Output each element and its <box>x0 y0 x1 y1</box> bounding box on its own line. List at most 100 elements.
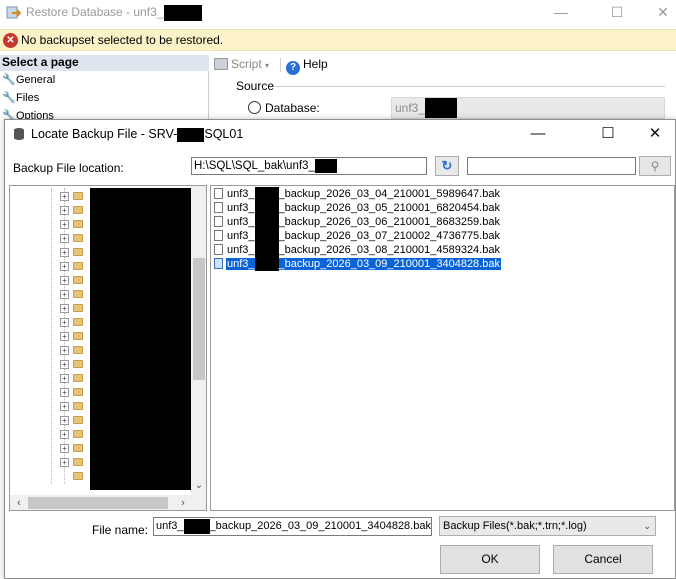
scroll-down-arrow[interactable]: ⌄ <box>191 478 206 494</box>
tree-node[interactable]: + <box>60 373 90 384</box>
close-button[interactable]: ✕ <box>640 0 676 26</box>
scrollbar-thumb[interactable] <box>193 258 205 380</box>
script-button[interactable]: Script ▾ <box>214 55 269 75</box>
tree-node[interactable]: + <box>60 275 90 286</box>
expand-icon[interactable]: + <box>60 206 69 215</box>
tree-node[interactable]: + <box>60 289 90 300</box>
folder-icon <box>73 360 83 368</box>
restore-window-title: Restore Database - unf3_ <box>26 5 203 21</box>
tree-node[interactable]: + <box>60 317 90 328</box>
file-name-input[interactable]: unf3_ _backup_2026_03_09_210001_3404828.b… <box>153 517 432 536</box>
cancel-button[interactable]: Cancel <box>553 545 653 574</box>
redacted-block <box>177 127 205 142</box>
expand-icon[interactable]: + <box>60 220 69 229</box>
expand-icon[interactable]: + <box>60 192 69 201</box>
tree-node[interactable]: + <box>60 261 90 272</box>
search-button[interactable]: ⚲ <box>639 156 671 176</box>
redacted-block <box>254 257 279 272</box>
folder-icon <box>73 472 83 480</box>
locate-dialog-title: Locate Backup File - SRV- SQL01 <box>31 127 244 142</box>
restore-toolbar: Script ▾ ? Help <box>211 55 676 75</box>
scroll-right-arrow[interactable]: › <box>176 495 190 510</box>
expand-icon[interactable]: + <box>60 388 69 397</box>
file-name-label: File name: <box>92 523 149 537</box>
expand-icon[interactable]: + <box>60 318 69 327</box>
file-list-item[interactable]: unf3_ _backup_2026_03_04_210001_5989647.b… <box>214 187 501 202</box>
close-button[interactable]: ✕ <box>632 121 676 147</box>
file-icon <box>214 202 223 213</box>
expand-icon[interactable]: + <box>60 346 69 355</box>
expand-icon[interactable]: + <box>60 360 69 369</box>
tree-node[interactable]: + <box>60 303 90 314</box>
file-list-item[interactable]: unf3_ _backup_2026_03_06_210001_8683259.b… <box>214 215 501 230</box>
expand-icon[interactable]: + <box>60 304 69 313</box>
expand-icon[interactable]: + <box>60 416 69 425</box>
folder-icon <box>73 234 83 242</box>
tree-node[interactable]: + <box>60 219 90 230</box>
expand-icon[interactable]: + <box>60 374 69 383</box>
page-item-files[interactable]: 🔧Files <box>2 90 39 106</box>
tree-node[interactable]: + <box>60 191 90 202</box>
expand-icon[interactable]: + <box>60 458 69 467</box>
database-radio[interactable]: Database: <box>248 101 320 115</box>
tree-node[interactable]: + <box>60 247 90 258</box>
help-button[interactable]: ? Help <box>286 55 328 75</box>
folder-tree[interactable]: + + + + + + + + + + + + + + + + + + + + … <box>9 185 207 511</box>
expand-icon[interactable]: + <box>60 430 69 439</box>
refresh-button[interactable]: ↻ <box>435 156 459 176</box>
tree-node[interactable]: + <box>60 331 90 342</box>
tree-node[interactable]: + <box>60 457 90 468</box>
minimize-button[interactable]: — <box>538 0 584 26</box>
maximize-button[interactable]: ☐ <box>585 121 631 147</box>
file-list[interactable]: unf3_ _backup_2026_03_04_210001_5989647.b… <box>210 185 675 511</box>
maximize-button[interactable]: ☐ <box>594 0 640 26</box>
file-type-select[interactable]: Backup Files(*.bak;*.trn;*.log) ⌄ <box>439 516 656 536</box>
tree-node[interactable] <box>60 471 90 482</box>
expand-icon[interactable]: + <box>60 234 69 243</box>
file-list-item[interactable]: unf3_ _backup_2026_03_05_210001_6820454.b… <box>214 201 501 216</box>
expand-icon[interactable]: + <box>60 332 69 341</box>
minimize-button[interactable]: — <box>515 121 561 147</box>
wrench-icon: 🔧 <box>2 92 16 104</box>
tree-node[interactable]: + <box>60 345 90 356</box>
file-icon <box>214 230 223 241</box>
restore-app-icon <box>6 5 22 23</box>
tree-node[interactable]: + <box>60 205 90 216</box>
redacted-block <box>425 98 458 118</box>
tree-node[interactable]: + <box>60 415 90 426</box>
page-item-general[interactable]: 🔧General <box>2 72 55 88</box>
folder-icon <box>73 458 83 466</box>
ok-button[interactable]: OK <box>440 545 540 574</box>
expand-icon[interactable]: + <box>60 276 69 285</box>
file-list-item[interactable]: unf3_ _backup_2026_03_08_210001_4589324.b… <box>214 243 501 258</box>
tree-node[interactable]: + <box>60 429 90 440</box>
redacted-block <box>314 158 337 173</box>
database-select[interactable]: unf3_ <box>391 97 665 119</box>
file-list-item[interactable]: unf3_ _backup_2026_03_07_210002_4736775.b… <box>214 229 501 244</box>
tree-node[interactable]: + <box>60 233 90 244</box>
redacted-block <box>254 215 279 230</box>
scrollbar-thumb[interactable] <box>28 497 168 509</box>
file-list-item-selected[interactable]: unf3_ _backup_2026_03_09_210001_3404828.b… <box>214 257 501 272</box>
backup-location-input[interactable]: H:\SQL\SQL_bak\unf3_ <box>191 157 427 175</box>
tree-node[interactable]: + <box>60 443 90 454</box>
select-page-header: Select a page <box>0 55 209 71</box>
help-icon: ? <box>286 61 300 75</box>
tree-node[interactable]: + <box>60 359 90 370</box>
search-input[interactable] <box>467 157 636 175</box>
redacted-block <box>254 243 279 258</box>
toolbar-divider <box>280 58 281 72</box>
expand-icon[interactable]: + <box>60 290 69 299</box>
scroll-left-arrow[interactable]: ‹ <box>12 495 26 510</box>
redacted-block <box>164 5 203 21</box>
tree-node[interactable]: + <box>60 401 90 412</box>
tree-node[interactable]: + <box>60 387 90 398</box>
expand-icon[interactable]: + <box>60 402 69 411</box>
expand-icon[interactable]: + <box>60 262 69 271</box>
folder-icon <box>73 304 83 312</box>
redacted-block <box>183 518 210 534</box>
expand-icon[interactable]: + <box>60 444 69 453</box>
chevron-down-icon: ⌄ <box>643 521 651 531</box>
expand-icon[interactable]: + <box>60 248 69 257</box>
folder-icon <box>73 276 83 284</box>
